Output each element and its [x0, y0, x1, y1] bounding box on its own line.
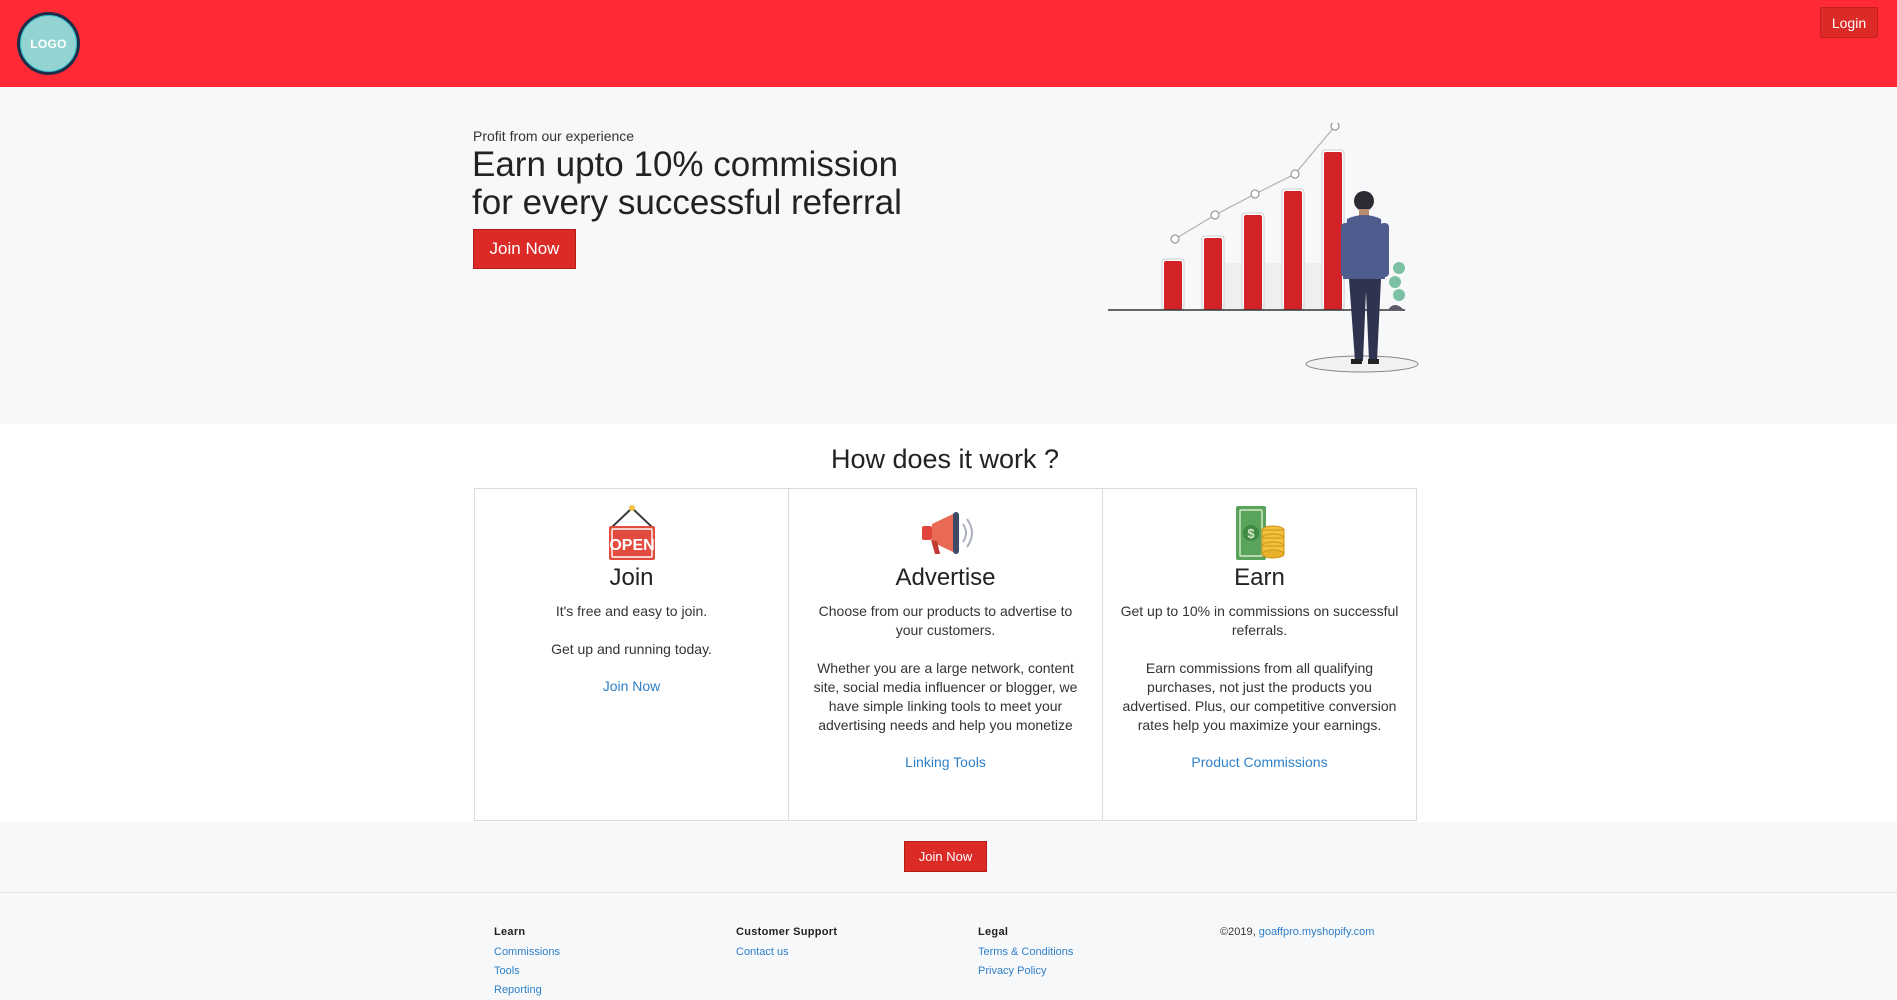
- footer-col-learn: Learn Commissions Tools Reporting: [494, 926, 560, 1000]
- store-link[interactable]: goaffpro.myshopify.com: [1259, 926, 1375, 938]
- step-card-advertise: Advertise Choose from our products to ad…: [789, 489, 1103, 820]
- hero-title: Earn upto 10% commission for every succe…: [472, 146, 992, 222]
- footer-heading-legal: Legal: [978, 926, 1009, 938]
- join-now-link[interactable]: Join Now: [603, 678, 661, 694]
- logo[interactable]: LOGO: [17, 12, 80, 75]
- step-text: Choose from our products to advertise to…: [813, 603, 1078, 733]
- steps-cards: OPEN Join It's free and easy to join. Ge…: [474, 488, 1417, 821]
- svg-text:$: $: [1247, 526, 1255, 541]
- cta-band: Join Now: [0, 822, 1897, 893]
- hero-title-line-2: for every successful referral: [472, 183, 902, 222]
- step-card-earn: $ Earn Get up to 10% in commissions on s…: [1103, 489, 1416, 820]
- footer-link-commissions[interactable]: Commissions: [494, 943, 560, 962]
- megaphone-icon: [921, 512, 973, 554]
- hero-title-line-1: Earn upto 10% commission: [472, 145, 899, 184]
- step-text: It's free and easy to join. Get up and r…: [551, 603, 712, 657]
- product-commissions-link[interactable]: Product Commissions: [1191, 754, 1327, 770]
- footer-col-legal: Legal Terms & Conditions Privacy Policy: [978, 926, 1073, 981]
- footer-heading-support: Customer Support: [736, 926, 838, 938]
- step-title: Advertise: [895, 564, 996, 591]
- growth-chart-person-icon: [1108, 123, 1419, 373]
- section-title: How does it work ?: [830, 444, 1060, 474]
- step-title: Earn: [1234, 564, 1285, 591]
- logo-text: LOGO: [30, 36, 67, 51]
- linking-tools-link[interactable]: Linking Tools: [905, 754, 986, 770]
- login-button[interactable]: Login: [1820, 7, 1878, 38]
- top-header: LOGO Login: [0, 0, 1897, 87]
- copyright-text: ©2019,: [1220, 926, 1259, 938]
- hero-section: Profit from our experience Earn upto 10%…: [0, 87, 1897, 424]
- step-title: Join: [609, 564, 654, 591]
- how-it-works-section: How does it work ? OPEN Join It's free a…: [0, 424, 1897, 822]
- footer-col-support: Customer Support Contact us: [736, 926, 837, 962]
- step-card-join: OPEN Join It's free and easy to join. Ge…: [475, 489, 789, 820]
- copyright: ©2019, goaffpro.myshopify.com: [1220, 926, 1374, 938]
- open-sign-icon: OPEN: [608, 505, 655, 560]
- footer-link-contact[interactable]: Contact us: [736, 943, 837, 962]
- footer-link-reporting[interactable]: Reporting: [494, 981, 560, 1000]
- bottom-join-now-button[interactable]: Join Now: [904, 841, 987, 872]
- step-text: Get up to 10% in commissions on successf…: [1120, 603, 1399, 733]
- footer-link-terms[interactable]: Terms & Conditions: [978, 943, 1073, 962]
- svg-text:OPEN: OPEN: [609, 537, 654, 554]
- money-coins-icon: $: [1235, 506, 1284, 560]
- hero-join-now-button[interactable]: Join Now: [473, 229, 576, 269]
- footer-link-tools[interactable]: Tools: [494, 962, 560, 981]
- hero-kicker: Profit from our experience: [473, 128, 635, 144]
- footer: Learn Commissions Tools Reporting Custom…: [0, 893, 1897, 1000]
- footer-link-privacy[interactable]: Privacy Policy: [978, 962, 1073, 981]
- footer-heading-learn: Learn: [494, 926, 526, 938]
